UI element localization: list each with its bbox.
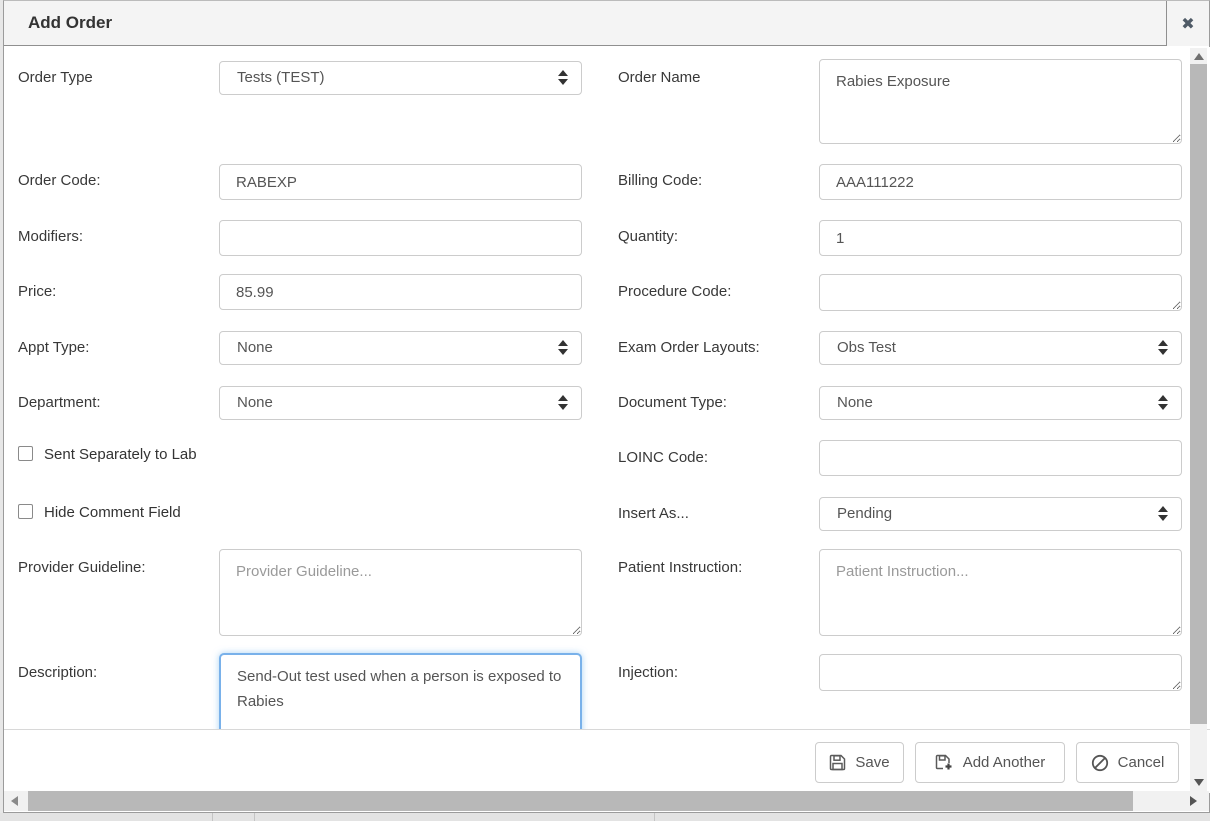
patient-instruction-textarea[interactable] [819,549,1182,636]
save-button[interactable]: Save [815,742,904,783]
cancel-button-label: Cancel [1118,754,1165,771]
price-label: Price: [18,283,56,300]
insert-as-label: Insert As... [618,505,689,522]
insert-as-select[interactable]: Pending [819,497,1182,531]
scroll-left-arrow-icon[interactable] [11,796,18,806]
appt-type-select[interactable]: None [219,331,582,365]
hide-comment-field-checkbox[interactable] [18,504,33,519]
dialog-footer: Save Add Another Cancel [4,729,1210,793]
price-input[interactable] [219,274,582,310]
scroll-right-arrow-icon[interactable] [1190,796,1197,806]
order-name-textarea[interactable]: Rabies Exposure [819,59,1182,144]
dialog-body: Order Type Tests (TEST) Order Name Rabie… [4,47,1210,729]
injection-label: Injection: [618,664,678,681]
cancel-icon [1091,754,1109,772]
horizontal-scrollbar-thumb[interactable] [28,791,1133,811]
scroll-down-arrow-icon[interactable] [1194,779,1204,786]
hide-comment-field-label[interactable]: Hide Comment Field [44,504,181,521]
provider-guideline-label: Provider Guideline: [18,559,146,576]
select-arrows-icon [558,340,568,355]
exam-order-layouts-label: Exam Order Layouts: [618,339,760,356]
billing-code-input[interactable] [819,164,1182,200]
dialog-title: Add Order [28,13,112,33]
loinc-code-label: LOINC Code: [618,449,708,466]
select-arrows-icon [1158,506,1168,521]
document-type-select[interactable]: None [819,386,1182,420]
document-type-label: Document Type: [618,394,727,411]
modifiers-label: Modifiers: [18,228,83,245]
provider-guideline-textarea[interactable] [219,549,582,636]
close-button[interactable]: ✖ [1166,1,1209,46]
department-label: Department: [18,394,101,411]
injection-textarea[interactable] [819,654,1182,691]
document-type-value: None [837,394,873,411]
horizontal-scrollbar[interactable] [4,791,1209,811]
procedure-code-textarea[interactable] [819,274,1182,311]
add-order-dialog: Add Order ✖ Order Type Tests (TEST) Orde… [3,0,1210,813]
save-plus-icon [935,754,954,772]
background-table-line [654,813,655,821]
add-another-button-label: Add Another [963,754,1046,771]
exam-order-layouts-select[interactable]: Obs Test [819,331,1182,365]
select-arrows-icon [558,395,568,410]
order-code-label: Order Code: [18,172,101,189]
description-textarea[interactable]: Send-Out test used when a person is expo… [219,653,582,729]
save-button-label: Save [855,754,889,771]
billing-code-label: Billing Code: [618,172,702,189]
order-type-value: Tests (TEST) [237,69,325,86]
vertical-scrollbar[interactable] [1190,48,1207,793]
description-label: Description: [18,664,97,681]
select-arrows-icon [558,70,568,85]
order-name-label: Order Name [618,69,701,86]
order-type-select[interactable]: Tests (TEST) [219,61,582,95]
vertical-scrollbar-thumb[interactable] [1190,64,1207,724]
cancel-button[interactable]: Cancel [1076,742,1179,783]
department-value: None [237,394,273,411]
scroll-up-arrow-icon[interactable] [1194,53,1204,60]
modifiers-input[interactable] [219,220,582,256]
select-arrows-icon [1158,395,1168,410]
appt-type-label: Appt Type: [18,339,89,356]
order-type-label: Order Type [18,69,93,86]
save-icon [829,754,846,771]
exam-order-layouts-value: Obs Test [837,339,896,356]
close-icon: ✖ [1181,14,1194,34]
add-another-button[interactable]: Add Another [915,742,1065,783]
sent-separately-to-lab-checkbox[interactable] [18,446,33,461]
loinc-code-input[interactable] [819,440,1182,476]
dialog-titlebar: Add Order ✖ [4,1,1209,46]
quantity-input[interactable] [819,220,1182,256]
sent-separately-to-lab-label[interactable]: Sent Separately to Lab [44,446,197,463]
procedure-code-label: Procedure Code: [618,283,731,300]
appt-type-value: None [237,339,273,356]
page-background-strip [0,813,1210,821]
order-code-input[interactable] [219,164,582,200]
background-table-line [254,813,255,821]
patient-instruction-label: Patient Instruction: [618,559,742,576]
department-select[interactable]: None [219,386,582,420]
insert-as-value: Pending [837,505,892,522]
background-table-line [212,813,213,821]
select-arrows-icon [1158,340,1168,355]
quantity-label: Quantity: [618,228,678,245]
